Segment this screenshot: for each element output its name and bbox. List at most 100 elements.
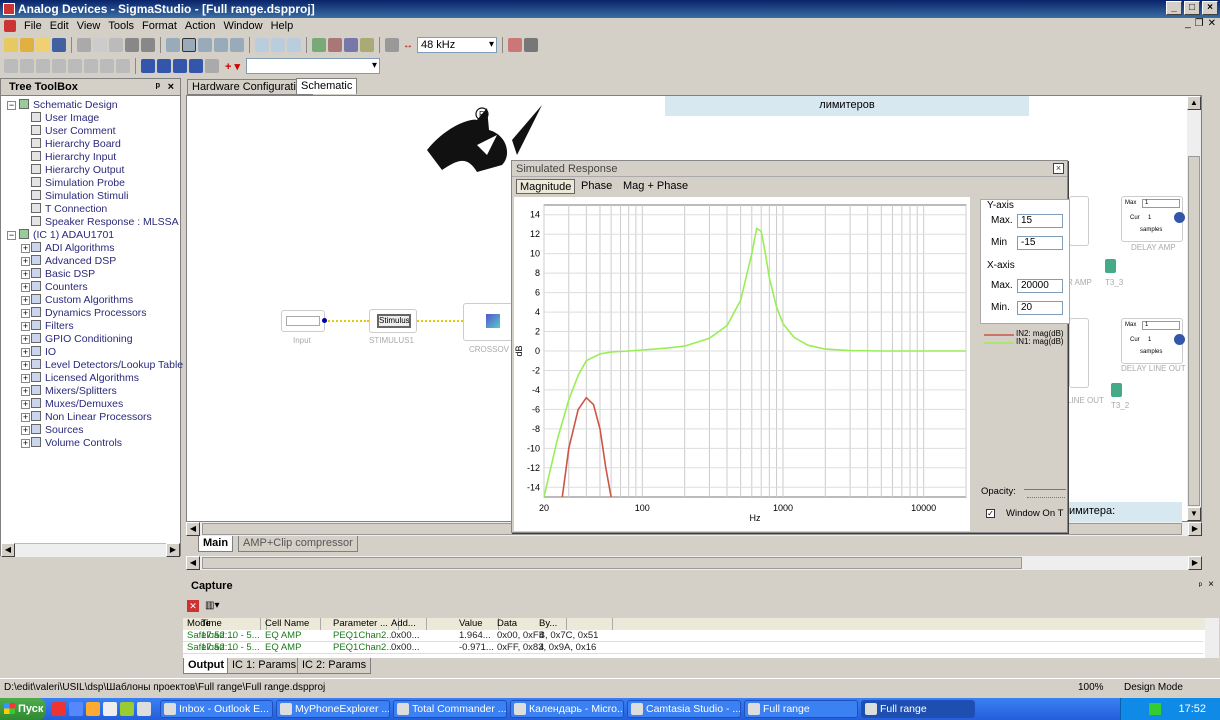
cut-icon[interactable] [77, 38, 91, 52]
task-calendar[interactable]: Календарь - Micro... [510, 700, 624, 718]
tree-expand-icon[interactable]: + [21, 348, 30, 357]
menu-edit[interactable]: Edit [46, 20, 73, 32]
tree-item[interactable]: Hierarchy Board [31, 138, 121, 151]
menu-format[interactable]: Format [138, 20, 181, 32]
capture-vscrollbar[interactable] [1205, 618, 1219, 658]
download-icon[interactable] [328, 38, 342, 52]
task-myphoneexplorer[interactable]: MyPhoneExplorer ... [276, 700, 390, 718]
scroll-left-icon[interactable]: ◀ [186, 522, 200, 536]
color-icon[interactable] [173, 59, 187, 73]
space-h-icon[interactable] [68, 59, 82, 73]
tree-collapse-icon[interactable]: − [7, 101, 16, 110]
stimulus-button[interactable]: Stimulus [377, 314, 411, 328]
settings-icon[interactable] [508, 38, 522, 52]
menu-view[interactable]: View [73, 20, 105, 32]
column-header[interactable]: Time [199, 618, 267, 630]
crossover-block[interactable] [463, 303, 513, 341]
window-hscrollbar[interactable]: ◀ ▶ [186, 556, 1202, 570]
space-v-icon[interactable] [84, 59, 98, 73]
tree-item[interactable]: Speaker Response : MLSSA [31, 216, 179, 229]
tree-collapse-icon[interactable]: − [7, 231, 16, 240]
tree-item[interactable]: Simulation Probe [31, 177, 125, 190]
mdi-restore-icon[interactable]: ❐ [1195, 18, 1204, 29]
maximize-button[interactable]: □ [1184, 1, 1200, 15]
compile-icon[interactable] [344, 38, 358, 52]
tab-schematic[interactable]: Schematic [296, 78, 358, 94]
task-total-commander[interactable]: Total Commander ... [393, 700, 507, 718]
canvas-vscrollbar[interactable]: ▲ ▼ [1187, 96, 1201, 521]
mdi-minimize-icon[interactable]: _ [1185, 18, 1191, 29]
tree-expand-icon[interactable]: + [21, 374, 30, 383]
info-icon[interactable] [1174, 212, 1185, 223]
tree-item[interactable]: Level Detectors/Lookup Table [31, 359, 183, 372]
tree-item[interactable]: Non Linear Processors [31, 411, 152, 424]
open-icon[interactable] [20, 38, 34, 52]
tree-item[interactable]: (IC 1) ADAU1701 [19, 229, 114, 242]
toolbox-close-icon[interactable]: × [168, 79, 174, 96]
probe-t3-3[interactable] [1105, 259, 1116, 273]
sample-rate-select[interactable]: 48 kHz [417, 37, 497, 53]
link-compile-icon[interactable] [312, 38, 326, 52]
format-select[interactable] [246, 58, 381, 74]
align-middle-icon[interactable] [36, 59, 50, 73]
tree-item[interactable]: Schematic Design [19, 99, 118, 112]
info-icon[interactable] [1174, 334, 1185, 345]
image-icon[interactable] [205, 59, 219, 73]
tree-item[interactable]: GPIO Conditioning [31, 333, 133, 346]
line-block[interactable] [1069, 318, 1089, 388]
tree-item[interactable]: T Connection [31, 203, 107, 216]
tree-item[interactable]: IO [31, 346, 56, 359]
order-icon[interactable] [116, 59, 130, 73]
tab-ic2-params[interactable]: IC 2: Params [297, 658, 372, 674]
stimulus-block[interactable]: Stimulus [369, 309, 417, 333]
group-icon[interactable] [255, 38, 269, 52]
tab-amp-clip[interactable]: AMP+Clip compressor [238, 536, 358, 552]
tab-ic1-params[interactable]: IC 1: Params [227, 658, 302, 674]
align-top-icon[interactable] [20, 59, 34, 73]
tree-expand-icon[interactable]: + [21, 413, 30, 422]
layout-icon[interactable] [166, 38, 180, 52]
quicklaunch-icon[interactable] [52, 702, 66, 716]
tree-expand-icon[interactable]: + [21, 296, 30, 305]
y-min-input[interactable]: -15 [1017, 236, 1063, 250]
y-max-input[interactable]: 15 [1017, 214, 1063, 228]
tree-item[interactable]: Muxes/Demuxes [31, 398, 123, 411]
columns-icon[interactable]: ▥▾ [205, 600, 223, 612]
scroll-left-icon[interactable]: ◀ [1, 543, 15, 557]
tree-expand-icon[interactable]: + [21, 270, 30, 279]
tree-item[interactable]: Sources [31, 424, 84, 437]
sim-close-icon[interactable]: × [1053, 163, 1064, 174]
tree-item[interactable]: User Image [31, 112, 99, 125]
tree-expand-icon[interactable]: + [21, 361, 30, 370]
close-button[interactable]: × [1202, 1, 1218, 15]
tab-main[interactable]: Main [198, 536, 234, 552]
scroll-right-icon[interactable]: ▶ [1188, 556, 1202, 570]
distribute-icon[interactable] [287, 38, 301, 52]
opacity-slider[interactable] [1024, 489, 1066, 490]
tree-item[interactable]: Counters [31, 281, 88, 294]
window-on-top-checkbox[interactable]: ✓ [986, 509, 995, 518]
menu-file[interactable]: File [20, 20, 46, 32]
tree-item[interactable]: Dynamics Processors [31, 307, 147, 320]
tree-expand-icon[interactable]: + [21, 283, 30, 292]
scroll-down-icon[interactable]: ▼ [1187, 507, 1201, 521]
tree-expand-icon[interactable]: + [21, 400, 30, 409]
menu-action[interactable]: Action [181, 20, 220, 32]
tree-expand-icon[interactable]: + [21, 322, 30, 331]
tab-output[interactable]: Output [183, 658, 230, 674]
align-left-icon[interactable] [198, 38, 212, 52]
menu-tools[interactable]: Tools [104, 20, 138, 32]
tree-item[interactable]: Volume Controls [31, 437, 122, 450]
quicklaunch-icon[interactable] [137, 702, 151, 716]
undo-icon[interactable] [125, 38, 139, 52]
quicklaunch-icon[interactable] [103, 702, 117, 716]
font-a-icon[interactable] [141, 59, 155, 73]
redo-icon[interactable] [141, 38, 155, 52]
scroll-thumb[interactable] [202, 557, 1022, 569]
tree-item[interactable]: User Comment [31, 125, 116, 138]
save-icon[interactable] [52, 38, 66, 52]
probe-t3-2[interactable] [1111, 383, 1122, 397]
tree-expand-icon[interactable]: + [21, 335, 30, 344]
scroll-right-icon[interactable]: ▶ [166, 543, 180, 557]
tree-item[interactable]: ADI Algorithms [31, 242, 114, 255]
